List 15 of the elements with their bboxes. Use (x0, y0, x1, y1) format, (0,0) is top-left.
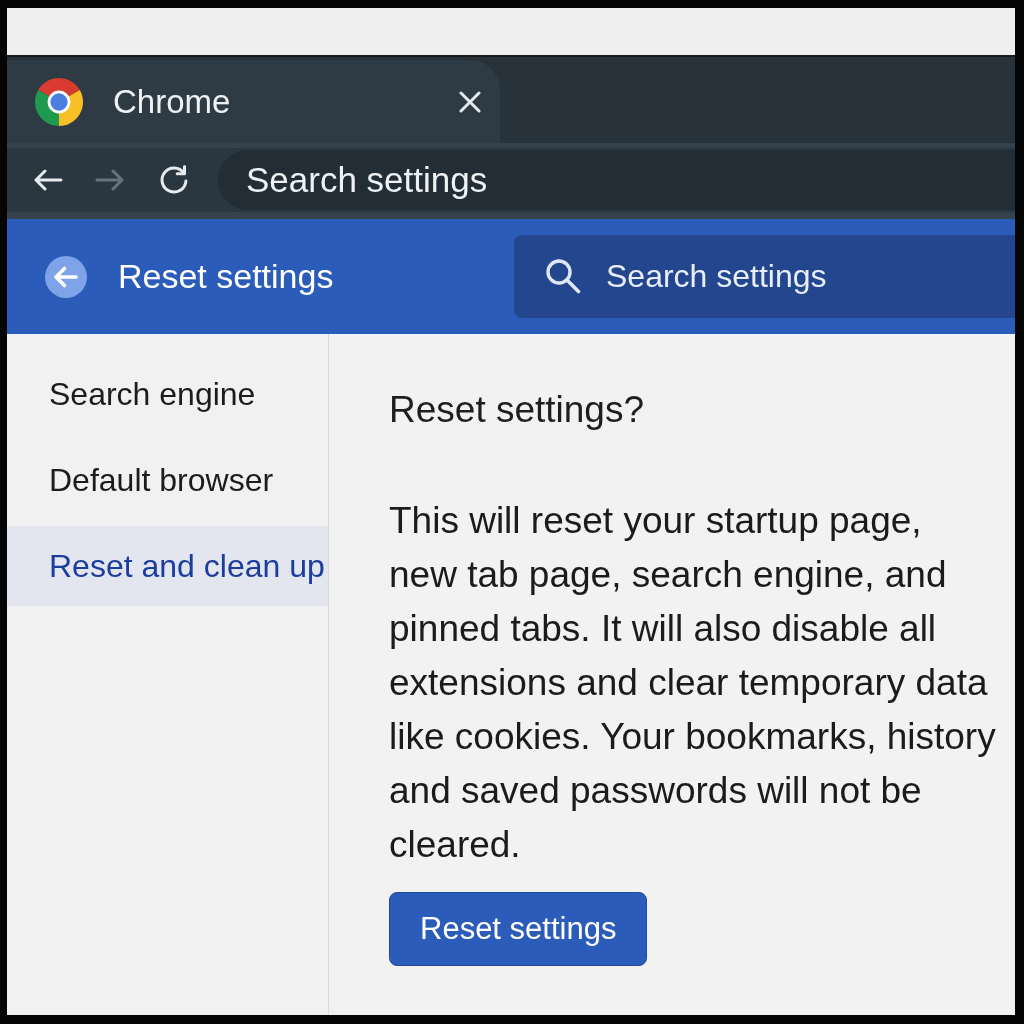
description-text: This will reset your startup page, new tab page, search engine, and pinned tabs. It will also disable all extensions and clear temporary data like cookies. Your bookmarks, history and saved passwords will not be cleared. (389, 499, 996, 867)
browser-tab[interactable]: Chrome (7, 60, 500, 143)
search-field[interactable]: Search settings (514, 235, 1015, 318)
logo-icon (35, 77, 83, 126)
page-title: Reset settings (118, 257, 334, 296)
sidebar-item[interactable]: Default browser (7, 440, 328, 520)
sidebar-item[interactable]: Search engine (7, 354, 328, 434)
search-icon (545, 258, 581, 294)
section-heading: Reset settings? (389, 388, 645, 432)
reload-icon[interactable] (158, 164, 190, 196)
reset-button[interactable]: Reset settings (389, 892, 648, 966)
address-bar[interactable]: Search settings (218, 150, 1015, 210)
sidebar-item[interactable]: Reset and clean up (7, 526, 328, 606)
back-arrow-icon[interactable] (33, 169, 63, 191)
close-icon[interactable] (459, 90, 481, 113)
